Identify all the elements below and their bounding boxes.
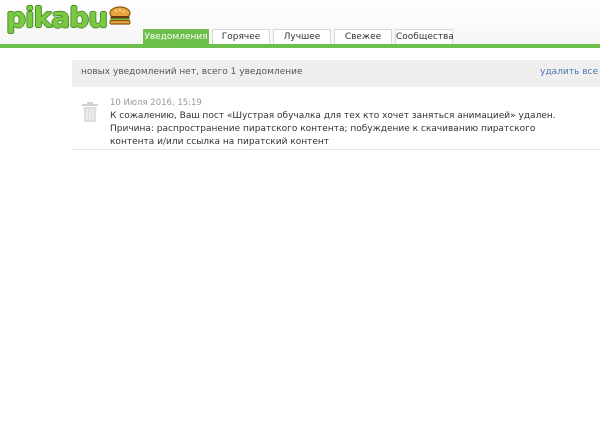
notice-bar: новых уведомлений нет, всего 1 уведомлен… xyxy=(72,60,600,87)
trash-icon[interactable] xyxy=(81,101,99,123)
notification-date: 10 Июля 2016, 15:19 xyxy=(110,98,202,108)
header-divider xyxy=(0,44,600,48)
notice-text: новых уведомлений нет, всего 1 уведомлен… xyxy=(81,67,303,77)
notification-item: 10 Июля 2016, 15:19 К сожалению, Ваш пос… xyxy=(72,96,600,150)
logo[interactable]: pikabu xyxy=(6,3,132,33)
header: pikabu Уведомления Горячее Лучшее Свежее… xyxy=(0,0,600,44)
tab-notifications[interactable]: Уведомления xyxy=(143,29,209,44)
notification-text: К сожалению, Ваш пост «Шустрая обучалка … xyxy=(110,111,556,147)
logo-text: pikabu xyxy=(6,1,108,34)
nav-tabs: Уведомления Горячее Лучшее Свежее Сообще… xyxy=(143,29,456,44)
burger-icon xyxy=(109,6,131,25)
tab-fresh[interactable]: Свежее xyxy=(334,29,392,44)
tab-hot[interactable]: Горячее xyxy=(212,29,270,44)
tab-best[interactable]: Лучшее xyxy=(273,29,331,44)
delete-all-link[interactable]: удалить все xyxy=(540,67,598,77)
tab-communities[interactable]: Сообщества xyxy=(395,29,454,44)
